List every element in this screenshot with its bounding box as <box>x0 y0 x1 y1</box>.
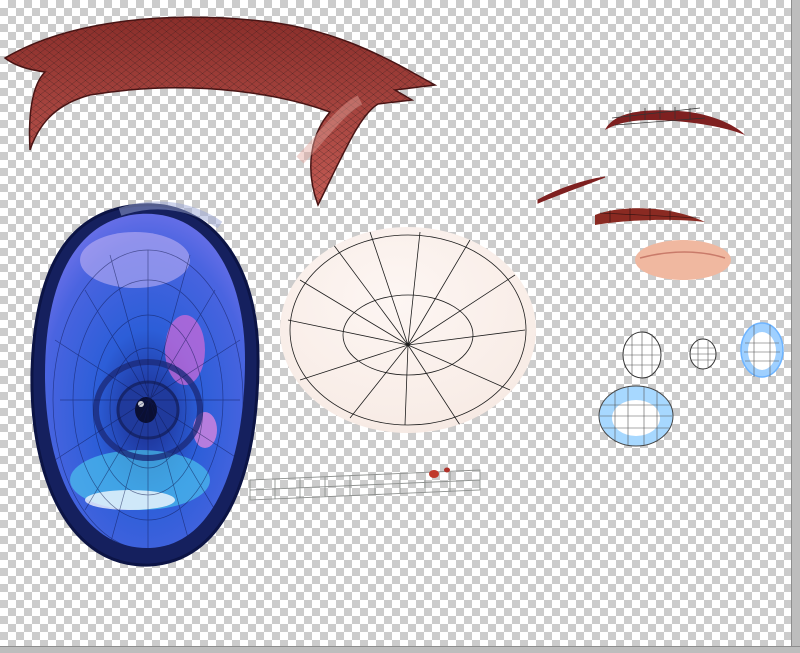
highlight-blue-ring-inner <box>748 332 776 370</box>
lower-eyelid[interactable] <box>249 467 481 501</box>
iris-white-lower <box>85 490 175 510</box>
artwork-canvas[interactable] <box>0 0 800 653</box>
eyelid-shadow[interactable] <box>595 208 705 225</box>
iris-top-highlight <box>80 232 190 288</box>
highlight-small[interactable] <box>622 331 662 379</box>
lower-eyelid-mesh <box>249 469 481 501</box>
canvas-right-edge <box>791 0 800 653</box>
lower-eyelid-accent-small <box>444 467 450 473</box>
highlight-large-ring[interactable] <box>598 385 674 447</box>
double-eyelid-line[interactable] <box>537 176 606 204</box>
skin-blush-shape <box>635 240 731 280</box>
eye-white[interactable] <box>280 227 536 433</box>
skin-blush[interactable] <box>635 240 731 280</box>
upper-eyelash[interactable] <box>3 16 438 207</box>
highlight-large-ring-inner <box>612 400 660 436</box>
eyebrow[interactable] <box>605 107 745 135</box>
lower-eyelid-accent <box>429 470 439 478</box>
eye-white-shape <box>280 227 536 433</box>
canvas-bottom-edge <box>0 646 800 653</box>
highlight-tiny[interactable] <box>689 338 717 370</box>
highlight-blue-ring[interactable] <box>740 322 784 378</box>
